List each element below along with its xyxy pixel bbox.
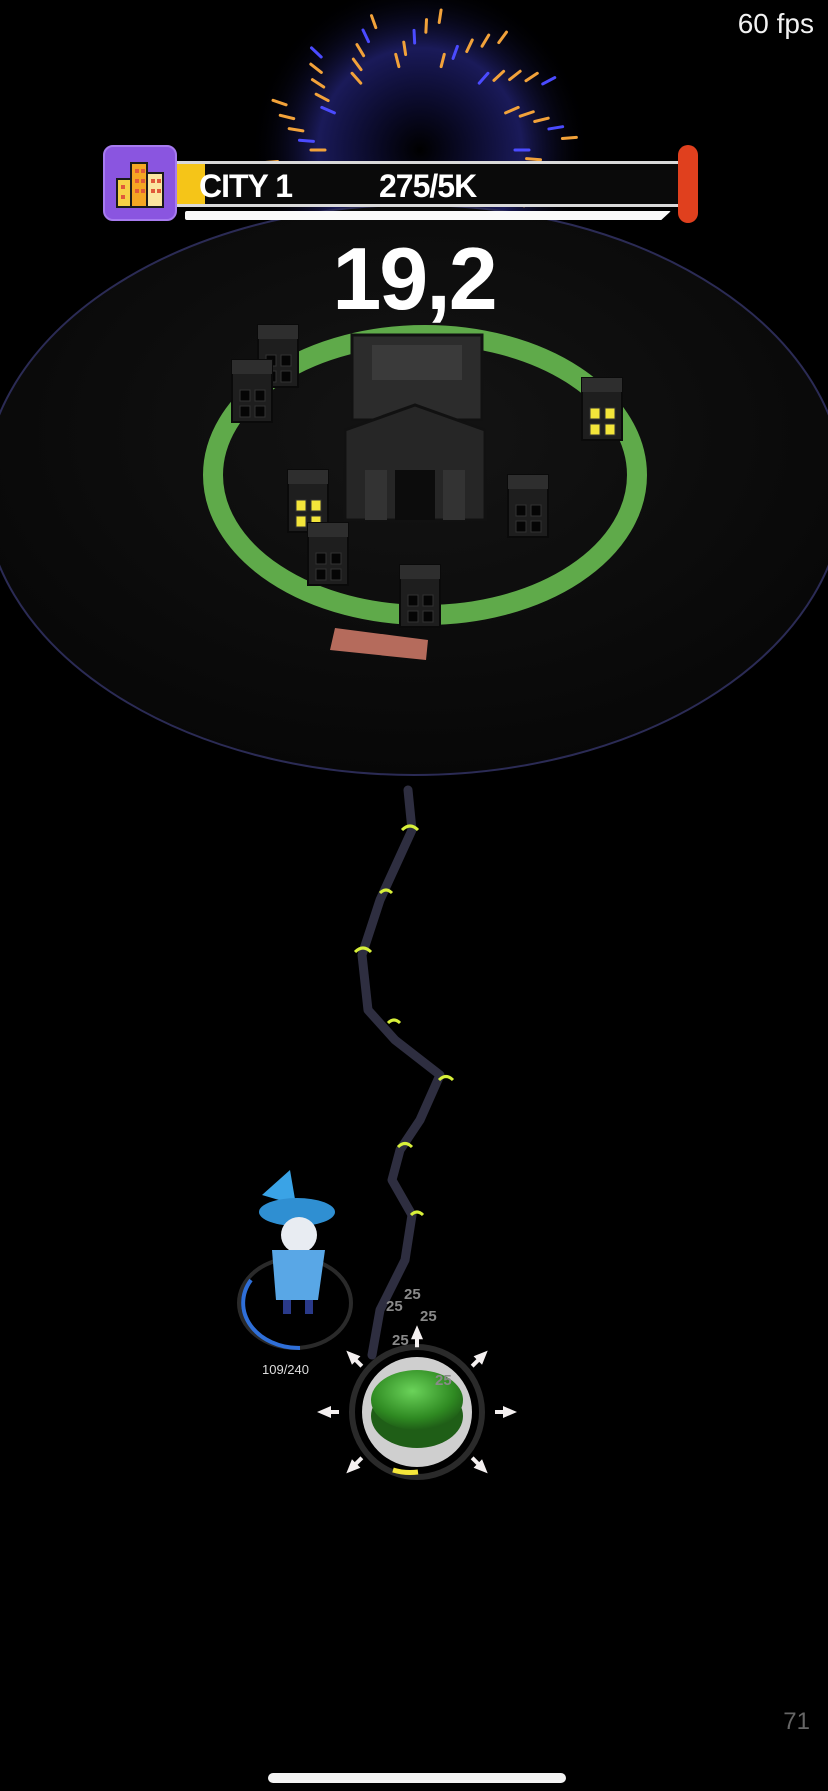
home-indicator (268, 1773, 566, 1783)
city-house (507, 474, 549, 538)
city-label: CITY 1 (199, 168, 293, 204)
city-house (307, 522, 349, 586)
firework-spark (424, 18, 429, 34)
path-markers (353, 824, 455, 1217)
firework-spark (560, 135, 578, 140)
inward-arrow-icon (495, 1406, 517, 1418)
city-house (231, 359, 273, 423)
inward-arrow-icon (411, 1325, 423, 1348)
inward-arrow-icon (346, 1350, 364, 1368)
city-house (581, 377, 623, 441)
damage-number: 25 (392, 1332, 409, 1349)
player-hp-text: 109/240 (262, 1362, 309, 1377)
firework-spark (412, 28, 417, 45)
city-house (399, 564, 441, 628)
city-progress-hud: CITY 1 275/5K (103, 145, 698, 225)
tap-action-button[interactable] (352, 1347, 482, 1477)
city-buildings-icon[interactable] (103, 145, 177, 221)
inward-arrow-icon (346, 1456, 364, 1474)
city-progress-text: 275/5K (379, 168, 477, 204)
central-building (343, 333, 487, 522)
progress-bar-end-cap (678, 145, 698, 223)
wizard-character (237, 1170, 353, 1351)
inward-arrow-icon (470, 1456, 488, 1474)
road-path (357, 785, 445, 1360)
secondary-progress-bar (185, 211, 671, 220)
fps-counter: 60 fps (737, 8, 814, 39)
damage-number: 25 (386, 1298, 403, 1315)
inward-arrow-icon (317, 1406, 339, 1418)
score-value: 19,2 (332, 229, 497, 328)
firework-spark (437, 8, 443, 24)
firework-spark (297, 138, 315, 143)
damage-number: 25 (404, 1286, 421, 1303)
inward-arrow-icon (470, 1350, 488, 1368)
corner-counter: 71 (783, 1708, 810, 1735)
city-progress-bar: CITY 1 275/5K (177, 161, 681, 207)
damage-number: 25 (420, 1308, 437, 1325)
firework-spark (402, 40, 408, 57)
